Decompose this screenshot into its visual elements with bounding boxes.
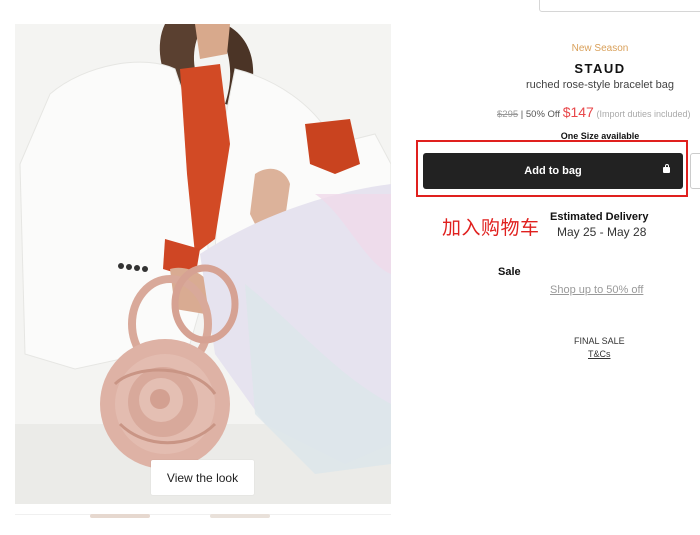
terms-link[interactable]: T&Cs: [588, 349, 611, 359]
wishlist-button[interactable]: [690, 153, 700, 189]
brand-name[interactable]: STAUD: [415, 61, 700, 76]
add-to-bag-label: Add to bag: [524, 165, 582, 177]
product-image: [15, 24, 391, 504]
shopping-bag-icon: [663, 164, 670, 173]
top-search-field[interactable]: [539, 0, 700, 12]
product-name: ruched rose-style bracelet bag: [526, 79, 674, 91]
product-photo-illustration: [15, 24, 391, 504]
thumbnail-divider: [15, 514, 391, 515]
final-sale-label: FINAL SALE: [574, 336, 625, 346]
shop-sale-link[interactable]: Shop up to 50% off: [550, 284, 643, 296]
add-to-bag-button[interactable]: Add to bag: [423, 153, 683, 189]
discount-label: | 50% Off: [520, 109, 561, 120]
sale-title: Sale: [498, 266, 521, 278]
view-the-look-button[interactable]: View the look: [151, 460, 254, 495]
price-row: $295 | 50% Off $147 (Import duties inclu…: [497, 104, 691, 120]
thumbnail-2[interactable]: [210, 514, 270, 518]
image-thumbnails: [15, 514, 391, 520]
delivery-title: Estimated Delivery: [550, 211, 649, 223]
annotation-text: 加入购物车: [442, 217, 540, 239]
delivery-dates: May 25 - May 28: [557, 225, 647, 239]
season-label: New Season: [571, 43, 629, 54]
duties-note: (Import duties included): [596, 109, 691, 119]
thumbnail-1[interactable]: [90, 514, 150, 518]
original-price: $295: [497, 109, 519, 120]
sale-price: $147: [562, 104, 594, 120]
